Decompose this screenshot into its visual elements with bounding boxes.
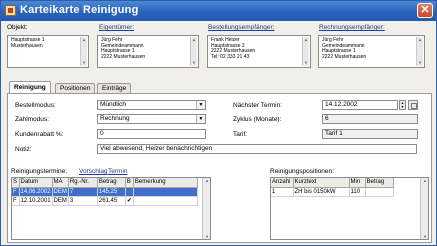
column-header[interactable]: Bemerkung — [133, 178, 198, 188]
scrollbar[interactable] — [80, 37, 87, 66]
bestellmodus-select[interactable]: Mündlich ▼ — [97, 100, 206, 110]
rechnungsempfaenger-address-box[interactable]: Jürg Fehr Gemeindeammann Hauptstrasse 1 … — [318, 35, 425, 68]
bestellmodus-value: Mündlich — [100, 101, 127, 108]
anzahl-cell: 1 — [271, 187, 294, 197]
column-header[interactable]: Datum — [19, 178, 53, 188]
bestellmodus-label: Bestellmodus: — [15, 102, 56, 109]
window-title: Karteikarte Reinigung — [20, 4, 139, 16]
column-header[interactable]: Betrag — [97, 178, 126, 188]
karteikarte-window: Karteikarte Reinigung ✕ Objekt: Eigentüm… — [0, 0, 437, 246]
datum-cell: 14.06.2002 — [19, 187, 53, 197]
bemerkung-cell — [133, 196, 198, 206]
objekt-label: Objekt: — [7, 24, 28, 31]
address-line: 2222 Musterhausen — [322, 53, 367, 60]
table-row[interactable]: 1 ZH bis 0150kW 110 — [271, 187, 394, 197]
tarif-label: Tarif: — [233, 131, 248, 138]
reinigungstermine-label: Reinigungstermine: — [11, 168, 68, 175]
column-header[interactable]: Min — [349, 178, 366, 188]
zyklus-value: 6 — [322, 114, 418, 124]
betrag-cell: 145.25 — [97, 187, 126, 197]
ma-cell: DEM — [52, 187, 69, 197]
close-button[interactable]: ✕ — [417, 3, 433, 18]
bestellungsempfaenger-link[interactable]: Bestellungsempfänger: — [208, 24, 275, 31]
status-cell: F — [12, 187, 20, 197]
chevron-down-icon[interactable]: ▼ — [196, 115, 205, 123]
eigentuemer-address-box[interactable]: Jürg Fehr Gemeindeammann Hauptstrasse 1 … — [97, 35, 199, 68]
column-header[interactable]: S — [12, 178, 20, 188]
scrollbar[interactable] — [302, 37, 309, 66]
min-cell: 110 — [349, 187, 366, 197]
column-header[interactable]: Anzahl — [271, 178, 294, 188]
ma-cell: DEM — [52, 196, 69, 206]
table-header-row: Anzahl Kurztext Min Betrag — [271, 178, 394, 188]
bezahlt-cell — [125, 187, 134, 197]
zahlmodus-value: Rechnung — [100, 115, 130, 122]
reinigungstermine-table[interactable]: S Datum MA Rg.-Nr. Betrag B Bemerkung F … — [11, 177, 211, 240]
column-header[interactable]: Rg.-Nr. — [68, 178, 98, 188]
reinigungspositionen-label: Reinigungspositionen: — [270, 168, 334, 175]
notiz-label: Notiz: — [15, 146, 32, 153]
scrollbar[interactable] — [416, 37, 423, 66]
column-header[interactable]: MA — [52, 178, 69, 188]
reinigung-tab-panel: Bestellmodus: Mündlich ▼ Zahlmodus: Rech… — [7, 93, 432, 243]
table-row[interactable]: F 12.10.2001 DEM 3 261.45 ✔ — [12, 196, 198, 206]
naechster-termin-input[interactable]: 14.12.2002 — [322, 100, 398, 110]
scrollbar[interactable] — [190, 37, 197, 66]
kundenrabatt-label: Kundenrabatt %: — [15, 131, 64, 138]
zahlmodus-select[interactable]: Rechnung ▼ — [97, 114, 206, 124]
datum-cell: 12.10.2001 — [19, 196, 53, 206]
reinigungspositionen-table[interactable]: Anzahl Kurztext Min Betrag 1 ZH bis 0150… — [270, 177, 429, 240]
address-line: 2222 Musterhausen — [101, 53, 146, 60]
scrollbar[interactable] — [202, 178, 210, 239]
address-line: Tel: 02 333 21 43 — [211, 53, 250, 60]
termin-link[interactable]: Termin — [108, 168, 128, 175]
calendar-icon[interactable] — [408, 100, 418, 110]
status-cell: F — [12, 196, 20, 206]
naechster-termin-label: Nächster Termin: — [233, 102, 283, 109]
scrollbar[interactable] — [420, 178, 428, 239]
chevron-down-icon[interactable]: ▼ — [196, 101, 205, 109]
table-header-row: S Datum MA Rg.-Nr. Betrag B Bemerkung — [12, 178, 198, 188]
rechnungsempfaenger-link[interactable]: Rechnungsempfänger: — [319, 24, 385, 31]
table-row[interactable]: F 14.06.2002 DEM 7 145.25 — [12, 187, 198, 197]
app-icon — [5, 5, 16, 16]
date-spinner[interactable]: ▲ ▼ — [399, 100, 406, 110]
check-icon: ✔ — [125, 196, 134, 206]
zahlmodus-label: Zahlmodus: — [15, 116, 49, 123]
column-header[interactable]: Kurztext — [293, 178, 350, 188]
objekt-address-box[interactable]: Hauptstrasse 1 Musterhausen — [7, 35, 89, 68]
vorschlag-link[interactable]: Vorschlag — [79, 168, 108, 175]
betrag-cell — [365, 187, 394, 197]
notiz-input[interactable]: Viel abwesend, Heizer benachrichtigen — [97, 144, 417, 154]
column-header[interactable]: Betrag — [365, 178, 394, 188]
tarif-value: Tarif 1 — [322, 129, 418, 139]
zyklus-label: Zyklus (Monate): — [233, 116, 282, 123]
bestellungsempfaenger-address-box[interactable]: Frank Heizer Hauptstrasse 2 2222 Musterh… — [207, 35, 311, 68]
rg-nr-cell: 7 — [68, 187, 98, 197]
betrag-cell: 261.45 — [97, 196, 126, 206]
kundenrabatt-input[interactable]: 0 — [97, 129, 206, 139]
column-header[interactable]: B — [125, 178, 134, 188]
address-line: Musterhausen — [11, 42, 43, 49]
rg-nr-cell: 3 — [68, 196, 98, 206]
eigentuemer-link[interactable]: Eigentümer: — [99, 24, 134, 31]
title-bar[interactable]: Karteikarte Reinigung ✕ — [1, 1, 436, 21]
bemerkung-cell — [133, 187, 198, 197]
kurztext-cell: ZH bis 0150kW — [293, 187, 350, 197]
